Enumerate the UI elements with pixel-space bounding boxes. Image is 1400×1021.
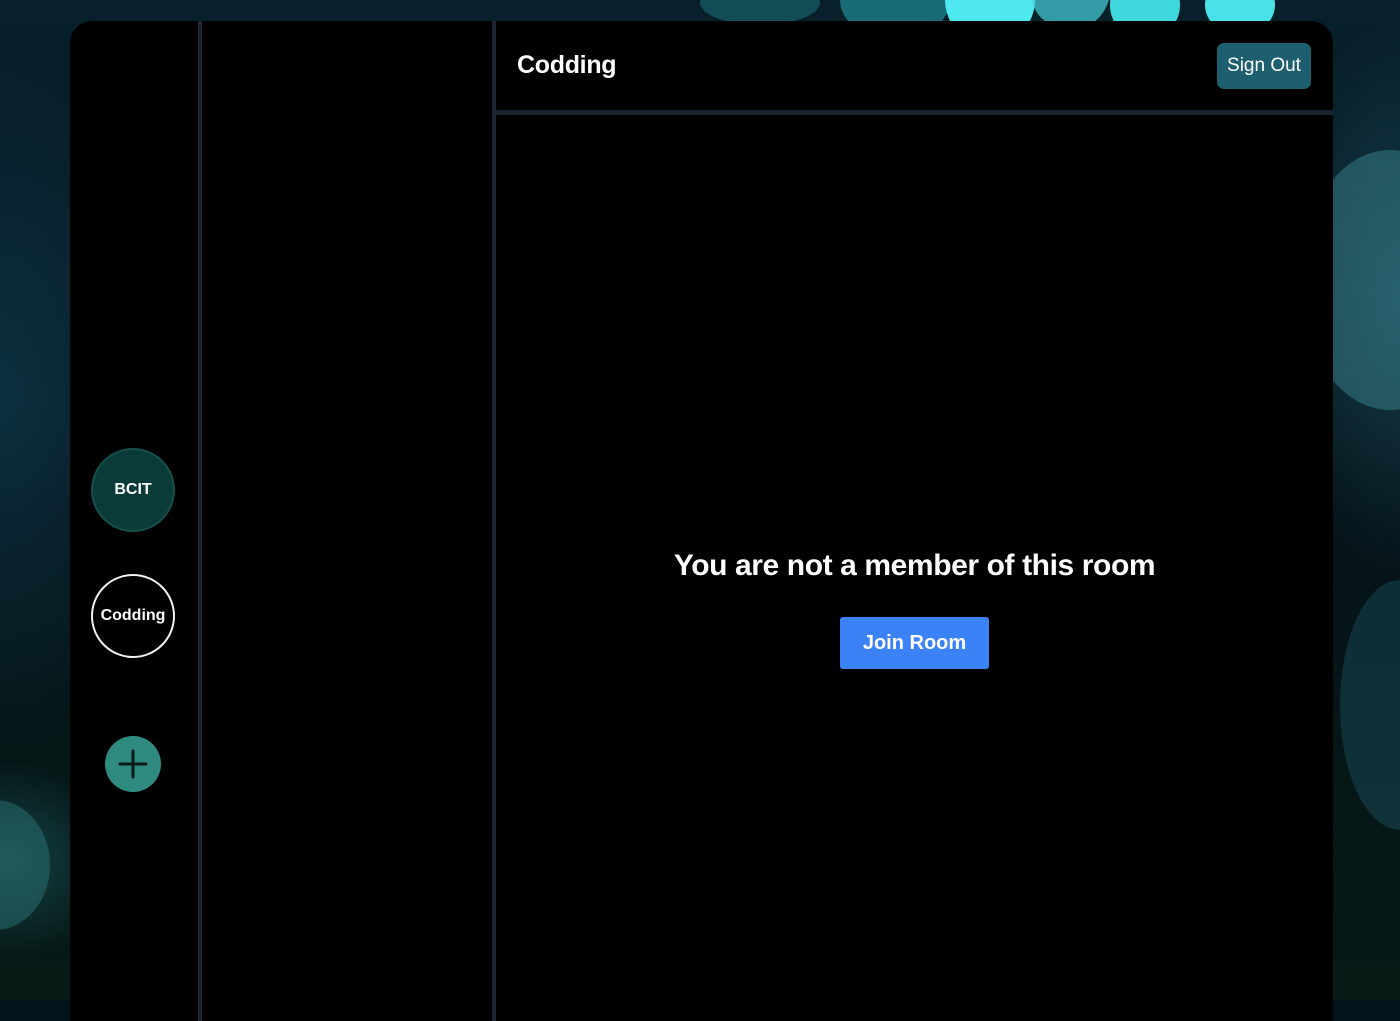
server-bcit[interactable]: BCIT <box>91 448 175 532</box>
server-codding[interactable]: Codding <box>91 574 175 658</box>
bokeh-light <box>0 800 50 930</box>
sign-out-button[interactable]: Sign Out <box>1217 43 1311 89</box>
server-label: BCIT <box>114 481 152 498</box>
server-label: Codding <box>100 607 166 624</box>
not-member-message: You are not a member of this room <box>673 549 1156 582</box>
server-rail: BCIT Codding <box>70 21 202 1021</box>
room-header: Codding Sign Out <box>496 21 1333 115</box>
bokeh-light <box>1340 580 1400 830</box>
join-room-button[interactable]: Join Room <box>840 617 989 669</box>
chat-app-window: BCIT Codding Codding Sign Out You are no… <box>70 21 1333 1021</box>
channel-list <box>202 21 496 1021</box>
room-title: Codding <box>517 51 617 79</box>
add-server-button[interactable] <box>105 736 161 792</box>
plus-icon <box>118 749 148 779</box>
room-panel: Codding Sign Out You are not a member of… <box>496 21 1333 1021</box>
